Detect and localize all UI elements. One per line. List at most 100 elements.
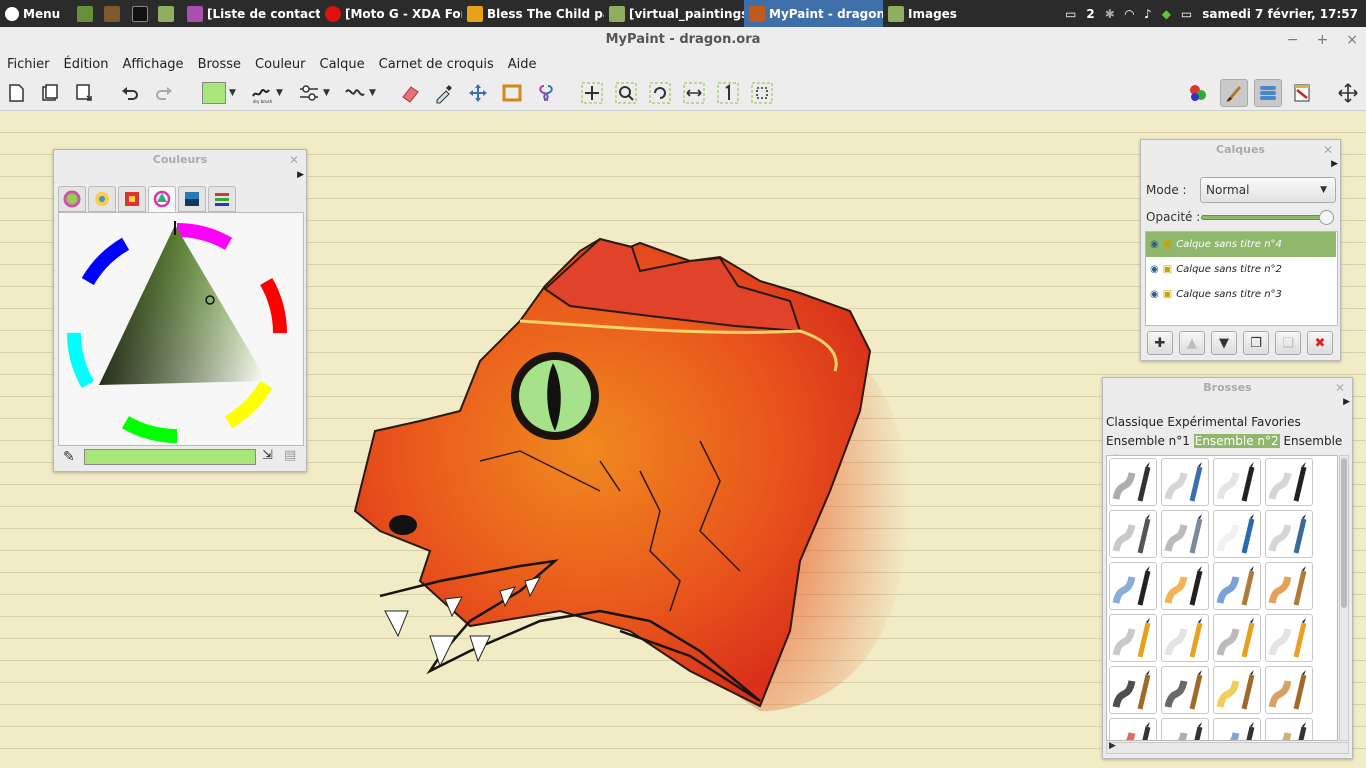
show-desktop-button[interactable] xyxy=(70,0,100,27)
layer-row-3[interactable]: ◉ ▣ Calque sans titre n°3 xyxy=(1146,282,1336,307)
brush-preset-icon[interactable] xyxy=(1109,718,1157,740)
hsv-triangle-selector[interactable] xyxy=(58,212,304,446)
brush-preset-icon[interactable] xyxy=(1265,614,1313,662)
tab-color-wheel[interactable] xyxy=(88,186,116,212)
menu-couleur[interactable]: Couleur xyxy=(248,57,312,72)
close-icon[interactable]: ✕ xyxy=(289,150,299,170)
tab-color-palette[interactable] xyxy=(118,186,146,212)
brush-preset-icon[interactable] xyxy=(1265,510,1313,558)
brush-preset-icon[interactable] xyxy=(1265,718,1313,740)
pan-view-button[interactable] xyxy=(466,81,490,105)
brush-group[interactable]: Ensemble n°1 xyxy=(1106,434,1190,448)
view-mirror-button[interactable] xyxy=(682,81,706,105)
tab-hsv-triangle[interactable] xyxy=(148,186,176,212)
blend-mode-dropdown[interactable]: Normal ▼ xyxy=(1200,177,1336,203)
clock[interactable]: samedi 7 février, 17:57 xyxy=(1202,7,1358,21)
tab-color-sliders[interactable] xyxy=(208,186,236,212)
menu-brosse[interactable]: Brosse xyxy=(191,57,248,72)
brush-preset-icon[interactable] xyxy=(1109,614,1157,662)
brush-preset-icon[interactable] xyxy=(1265,666,1313,714)
open-document-button[interactable] xyxy=(38,81,62,105)
volume-icon[interactable]: ♪ xyxy=(1144,7,1152,21)
brush-preset-icon[interactable] xyxy=(1161,614,1209,662)
brush-hscrollbar[interactable]: ▶ xyxy=(1106,741,1349,754)
battery-icon[interactable]: ▭ xyxy=(1181,7,1192,21)
brush-scrollbar[interactable] xyxy=(1339,455,1349,741)
tab-color-circle[interactable] xyxy=(58,186,86,212)
brush-preset-icon[interactable] xyxy=(1109,562,1157,610)
add-layer-button[interactable]: ✚ xyxy=(1147,331,1173,355)
close-icon[interactable]: ✕ xyxy=(1323,140,1333,160)
brush-preset-icon[interactable] xyxy=(1161,510,1209,558)
brushes-panel-titlebar[interactable]: Brosses ✕ xyxy=(1103,378,1352,398)
save-document-button[interactable] xyxy=(72,81,96,105)
menu-edition[interactable]: Édition xyxy=(57,57,116,72)
layers-panel-toggle[interactable] xyxy=(1186,81,1210,105)
color-history-icon[interactable]: ▤ xyxy=(284,448,296,463)
brush-group[interactable]: Expérimental xyxy=(1167,415,1247,429)
new-document-button[interactable] xyxy=(4,81,28,105)
brush-preset-icon[interactable] xyxy=(1213,562,1261,610)
brush-preset-icon[interactable] xyxy=(1213,614,1261,662)
brush-preset-icon[interactable] xyxy=(1161,666,1209,714)
color-picker-button[interactable]: ▼ xyxy=(199,81,239,105)
task-contacts[interactable]: [Liste de contacts] xyxy=(182,0,320,27)
layer-row-2[interactable]: ◉ ▣ Calque sans titre n°2 xyxy=(1146,257,1336,282)
brush-tool-toggle[interactable] xyxy=(1220,79,1248,107)
fullscreen-button[interactable] xyxy=(1336,81,1360,105)
opacity-slider-handle[interactable] xyxy=(1319,210,1334,225)
merge-layer-button[interactable]: ❏ xyxy=(1275,331,1301,355)
scratchpad-toggle[interactable] xyxy=(1290,81,1314,105)
view-zoom-button[interactable] xyxy=(614,81,638,105)
menu-affichage[interactable]: Affichage xyxy=(115,57,190,72)
menu-fichier[interactable]: Fichier xyxy=(0,57,57,72)
opacity-slider[interactable] xyxy=(1201,215,1327,220)
scrollbar-thumb[interactable] xyxy=(1341,458,1347,608)
minimize-icon[interactable]: − xyxy=(1287,27,1299,53)
brush-preset-icon[interactable] xyxy=(1161,562,1209,610)
brush-group[interactable]: Favories xyxy=(1251,415,1301,429)
shield-icon[interactable]: ◆ xyxy=(1162,7,1171,21)
brush-group[interactable]: Classique xyxy=(1106,415,1164,429)
brush-preset-icon[interactable] xyxy=(1213,718,1261,740)
brush-history-button[interactable]: ▼ xyxy=(340,81,380,105)
pick-screen-color-icon[interactable]: ⇲ xyxy=(262,448,273,463)
pick-color-button[interactable] xyxy=(432,81,456,105)
task-images[interactable]: Images xyxy=(883,0,963,27)
task-bless[interactable]: Bless The Child pa... xyxy=(462,0,604,27)
layers-tool-toggle[interactable] xyxy=(1254,79,1282,107)
eye-icon[interactable]: ◉ xyxy=(1150,264,1159,275)
panel-menu-arrow-icon[interactable]: ▶ xyxy=(297,170,304,180)
launcher-files[interactable] xyxy=(154,0,182,27)
panel-menu-arrow-icon[interactable]: ▶ xyxy=(1343,397,1350,407)
colors-panel-titlebar[interactable]: Couleurs ✕ xyxy=(54,150,306,170)
launcher-terminal[interactable] xyxy=(128,0,154,27)
tab-color-square[interactable] xyxy=(178,186,206,212)
brush-group-selected[interactable]: Ensemble n°2 xyxy=(1193,434,1280,448)
lower-layer-button[interactable]: ▼ xyxy=(1211,331,1237,355)
start-menu-button[interactable]: Menu xyxy=(0,0,70,27)
task-opera[interactable]: [Moto G - XDA For... xyxy=(320,0,462,27)
view-fit-button[interactable] xyxy=(750,81,774,105)
view-pan-button[interactable] xyxy=(580,81,604,105)
menu-aide[interactable]: Aide xyxy=(501,57,544,72)
brush-preset-icon[interactable] xyxy=(1109,458,1157,506)
raise-layer-button[interactable]: ▲ xyxy=(1179,331,1205,355)
task-mypaint[interactable]: MyPaint - dragon.... xyxy=(744,0,883,27)
view-reset-button[interactable] xyxy=(716,81,740,105)
view-rotate-button[interactable] xyxy=(648,81,672,105)
eyedropper-icon[interactable]: ✎ xyxy=(63,449,75,465)
lock-icon[interactable]: ▣ xyxy=(1163,289,1172,300)
eye-icon[interactable]: ◉ xyxy=(1150,239,1159,250)
brush-preset-icon[interactable] xyxy=(1161,718,1209,740)
brush-preset-icon[interactable] xyxy=(1109,666,1157,714)
launcher-mypaint[interactable] xyxy=(100,0,128,27)
brush-preset-icon[interactable] xyxy=(1213,666,1261,714)
notification-icon[interactable]: ▭ xyxy=(1065,7,1076,21)
brush-settings-button[interactable]: ▼ xyxy=(294,81,334,105)
brush-selector-button[interactable]: dry brush ▼ xyxy=(246,81,286,105)
brush-preset-icon[interactable] xyxy=(1213,510,1261,558)
symmetry-button[interactable] xyxy=(534,81,558,105)
duplicate-layer-button[interactable]: ❐ xyxy=(1243,331,1269,355)
lock-icon[interactable]: ▣ xyxy=(1163,239,1172,250)
